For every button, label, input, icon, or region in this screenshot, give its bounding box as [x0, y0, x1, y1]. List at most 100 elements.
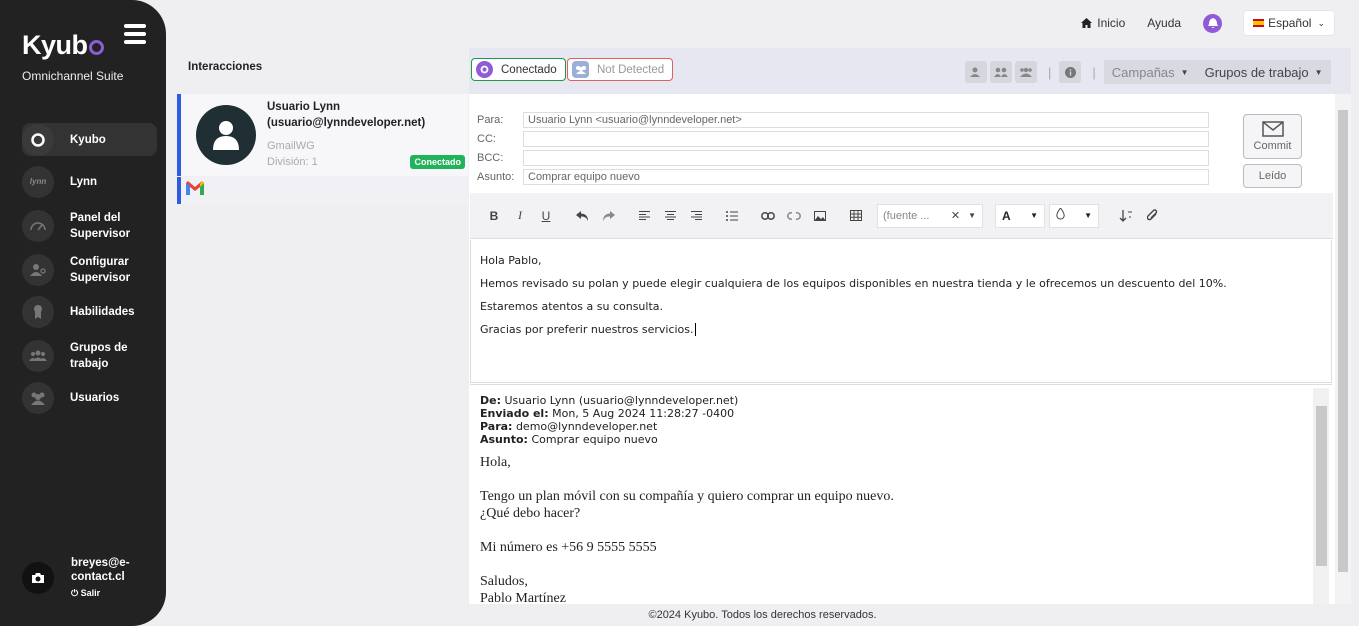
- editor-line: Hola Pablo,: [480, 254, 542, 267]
- cc-label: CC:: [477, 132, 496, 145]
- table-icon[interactable]: [843, 204, 869, 228]
- bcc-label: BCC:: [477, 151, 504, 164]
- footer: ©2024 Kyubo. Todos los derechos reservad…: [648, 609, 877, 621]
- channel-name: GmailWG: [267, 140, 315, 152]
- division-label: División: 1: [267, 156, 318, 168]
- attachment-icon[interactable]: [1139, 204, 1165, 228]
- users-group-icon[interactable]: [1015, 61, 1037, 83]
- subject-field[interactable]: Comprar equipo nuevo: [523, 168, 1209, 185]
- sidebar-item-lynn[interactable]: lynn Lynn: [22, 166, 157, 198]
- editor-line: Hemos revisado su polan y puede elegir c…: [480, 277, 1227, 290]
- interactions-title: Interacciones: [188, 61, 263, 73]
- underline-icon[interactable]: U: [533, 204, 559, 228]
- editor-toolbar: B I U (fuente ... ✕ ▼ A ▼ ▼: [470, 193, 1333, 239]
- panel-header: Conectado Not Detected | | Campañas ▼ Gru…: [469, 48, 1351, 94]
- align-right-icon[interactable]: [683, 204, 709, 228]
- drop-icon: [1056, 207, 1065, 223]
- status-not-detected-button[interactable]: Not Detected: [567, 58, 674, 81]
- read-button[interactable]: Leído: [1243, 164, 1302, 188]
- sidebar-item-grupos-de-trabajo[interactable]: Grupos de trabajo: [22, 339, 157, 373]
- workgroups-dropdown[interactable]: Grupos de trabajo ▼: [1196, 60, 1331, 84]
- scrollbar-thumb[interactable]: [1338, 110, 1348, 572]
- hamburger-menu-icon[interactable]: [124, 24, 146, 48]
- background-color-select[interactable]: ▼: [1049, 203, 1099, 228]
- undo-icon[interactable]: [569, 204, 595, 228]
- sidebar-item-configurar-supervisor[interactable]: Configurar Supervisor: [22, 253, 157, 287]
- unlink-icon[interactable]: [781, 204, 807, 228]
- commit-button[interactable]: Commit: [1243, 114, 1302, 159]
- message-editor[interactable]: Hola Pablo, Hemos revisado su polan y pu…: [470, 240, 1332, 383]
- quoted-message: De: Usuario Lynn (usuario@lynndeveloper.…: [470, 384, 1332, 604]
- align-center-icon[interactable]: [657, 204, 683, 228]
- subject-label: Asunto:: [477, 170, 515, 183]
- lynn-icon: lynn: [22, 166, 54, 198]
- spain-flag-icon: [1253, 19, 1265, 27]
- quoted-header: De: Usuario Lynn (usuario@lynndeveloper.…: [480, 394, 739, 446]
- power-icon: ⏻: [71, 588, 79, 598]
- font-family-select[interactable]: (fuente ... ✕ ▼: [877, 203, 983, 228]
- user-email: breyes@e-contact.cl: [71, 557, 130, 583]
- italic-icon[interactable]: I: [507, 204, 533, 228]
- cc-field[interactable]: [523, 130, 1209, 147]
- kyubo-logo[interactable]: Kyub: [22, 30, 104, 61]
- image-icon[interactable]: [807, 204, 833, 228]
- text-cursor: [694, 323, 696, 336]
- camera-icon[interactable]: [22, 561, 54, 594]
- bcc-field[interactable]: [523, 149, 1209, 166]
- panel-scrollbar[interactable]: [1335, 94, 1351, 604]
- align-left-icon[interactable]: [631, 204, 657, 228]
- text-color-select[interactable]: A ▼: [995, 203, 1045, 228]
- sidebar-item-habilidades[interactable]: Habilidades: [22, 296, 157, 328]
- caret-down-icon: ▼: [1084, 211, 1092, 220]
- bell-icon[interactable]: [1203, 13, 1223, 33]
- editor-line: Estaremos atentos a su consulta.: [480, 300, 664, 313]
- sidebar-item-kyubo[interactable]: Kyubo: [22, 123, 157, 156]
- top-bar: Inicio Ayuda Español ⌄: [1059, 11, 1334, 35]
- users-icon: [22, 382, 54, 414]
- caret-down-icon: ▼: [1180, 67, 1189, 77]
- status-connected-button[interactable]: Conectado: [471, 58, 566, 81]
- redo-icon[interactable]: [595, 204, 621, 228]
- divider: |: [1048, 64, 1052, 80]
- envelope-icon: [1261, 121, 1284, 137]
- email-panel: Conectado Not Detected | | Campañas ▼ Gru…: [469, 48, 1351, 604]
- home-link[interactable]: Inicio: [1081, 16, 1125, 30]
- caret-down-icon: ▼: [968, 211, 976, 220]
- kyubo-status-icon: [476, 61, 493, 78]
- sidebar-item-usuarios[interactable]: Usuarios: [22, 382, 157, 414]
- gmail-channel-row[interactable]: [177, 177, 468, 204]
- header-actions: | | Campañas ▼ Grupos de trabajo ▼: [965, 60, 1331, 84]
- user-pair-icon[interactable]: [990, 61, 1012, 83]
- quoted-scrollbar[interactable]: [1313, 388, 1329, 604]
- caret-down-icon: ▼: [1314, 67, 1323, 77]
- configure-supervisor-icon: [22, 254, 54, 286]
- clear-icon[interactable]: ✕: [951, 209, 960, 222]
- help-link[interactable]: Ayuda: [1147, 16, 1181, 30]
- sidebar-item-panel-supervisor[interactable]: Panel del Supervisor: [22, 209, 157, 243]
- bullet-list-icon[interactable]: [719, 204, 745, 228]
- caret-down-icon: ▼: [1030, 211, 1038, 220]
- info-icon[interactable]: [1059, 61, 1082, 83]
- home-icon: [1081, 18, 1093, 28]
- email-fields: Para: Usuario Lynn <usuario@lynndeveloper…: [469, 110, 1219, 186]
- contact-email: (usuario@lynndeveloper.net): [267, 117, 426, 129]
- editor-line: Gracias por preferir nuestros servicios.: [480, 323, 696, 336]
- language-selector[interactable]: Español ⌄: [1244, 11, 1334, 35]
- sidebar: Kyub Omnichannel Suite Kyubo lynn Lynn P…: [0, 0, 166, 626]
- to-field[interactable]: Usuario Lynn <usuario@lynndeveloper.net>: [523, 111, 1209, 128]
- link-icon[interactable]: [755, 204, 781, 228]
- status-badge: Conectado: [410, 155, 465, 169]
- logout-button[interactable]: ⏻ Salir: [71, 588, 141, 599]
- bold-icon[interactable]: B: [481, 204, 507, 228]
- campaigns-dropdown[interactable]: Campañas ▼: [1103, 60, 1197, 84]
- scrollbar-thumb[interactable]: [1316, 406, 1327, 566]
- contact-name: Usuario Lynn: [267, 101, 341, 113]
- suite-label: Omnichannel Suite: [22, 69, 124, 83]
- workgroups-icon: [22, 340, 54, 372]
- user-edit-icon[interactable]: [965, 61, 987, 83]
- user-profile: breyes@e-contact.cl ⏻ Salir: [22, 556, 141, 599]
- quoted-body: Hola, Tengo un plan móvil con su compañí…: [480, 455, 894, 604]
- sort-icon[interactable]: [1113, 204, 1139, 228]
- interaction-card[interactable]: Usuario Lynn (usuario@lynndeveloper.net) …: [177, 94, 468, 176]
- skills-icon: [22, 296, 54, 328]
